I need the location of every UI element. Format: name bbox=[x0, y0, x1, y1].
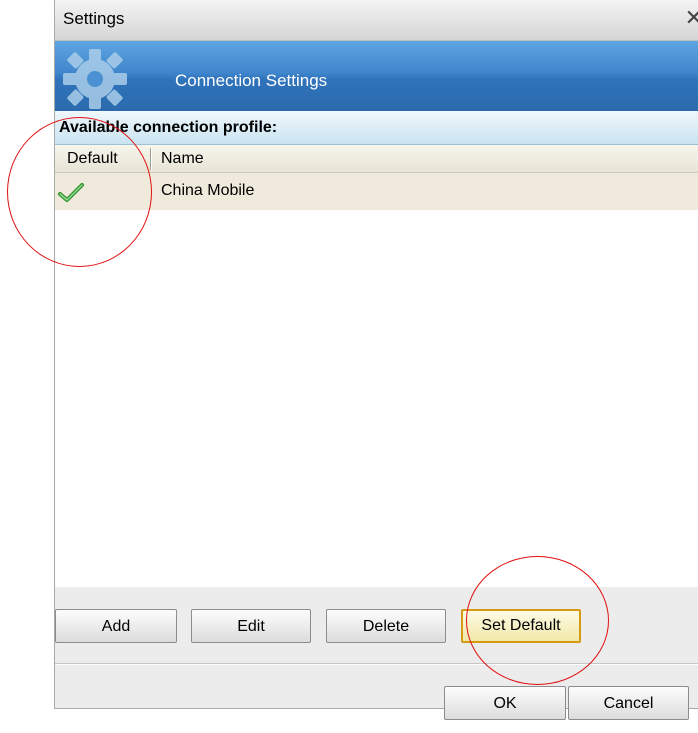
profile-list[interactable]: Default Name China Mobile bbox=[55, 145, 698, 587]
column-divider[interactable] bbox=[150, 148, 151, 170]
cancel-button[interactable]: Cancel bbox=[568, 686, 689, 720]
ok-button[interactable]: OK bbox=[444, 686, 566, 720]
column-header-name[interactable]: Name bbox=[161, 150, 204, 168]
delete-button[interactable]: Delete bbox=[326, 609, 446, 643]
add-button[interactable]: Add bbox=[55, 609, 177, 643]
table-row[interactable]: China Mobile bbox=[55, 173, 698, 210]
header-title: Connection Settings bbox=[175, 71, 328, 90]
section-label: Available connection profile: bbox=[59, 119, 278, 136]
list-header: Default Name bbox=[55, 145, 698, 173]
window-title: Settings bbox=[63, 9, 125, 28]
check-icon bbox=[58, 183, 84, 202]
profile-name: China Mobile bbox=[161, 182, 255, 199]
settings-dialog: Settings ✕ Connection Settings Available… bbox=[54, 0, 698, 720]
section-label-strip: Available connection profile: bbox=[55, 111, 698, 145]
footer-separator bbox=[55, 663, 698, 664]
gear-icon bbox=[63, 49, 127, 109]
set-default-button[interactable]: Set Default bbox=[461, 609, 581, 643]
close-icon[interactable]: ✕ bbox=[685, 6, 698, 30]
page: Settings ✕ Connection Settings Available… bbox=[0, 0, 698, 733]
title-bar: Settings ✕ bbox=[55, 0, 698, 41]
edit-button[interactable]: Edit bbox=[191, 609, 311, 643]
header-banner: Connection Settings bbox=[55, 41, 698, 111]
column-header-default[interactable]: Default bbox=[67, 150, 118, 168]
